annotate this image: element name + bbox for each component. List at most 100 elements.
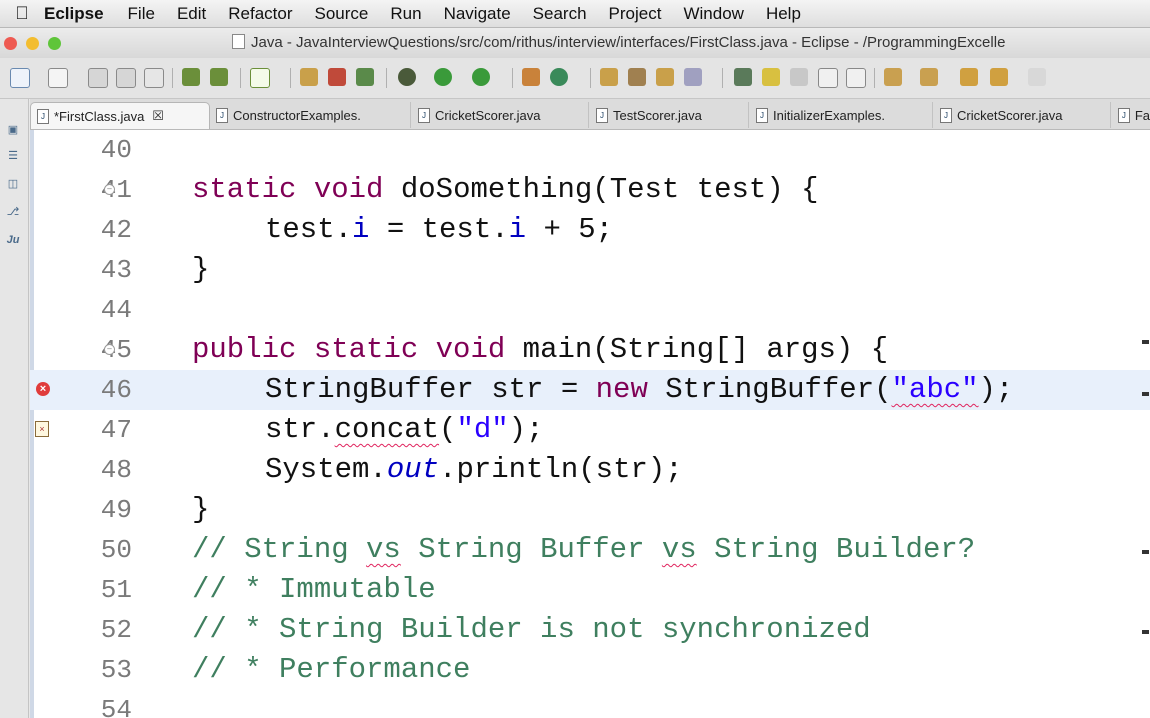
outline-icon[interactable]: ◫ [6,177,20,191]
code-editor[interactable]: 40 41 – static void doSomething(Test tes… [30,130,1150,718]
open-resource-icon[interactable] [628,68,646,86]
zoom-window-button[interactable] [48,36,61,50]
minimize-window-button[interactable] [26,36,39,50]
menu-app-name[interactable]: Eclipse [44,4,104,24]
menu-file[interactable]: File [128,4,155,24]
code-line[interactable]: 40 [30,130,1150,170]
back-icon[interactable] [990,68,1008,86]
debug-icon[interactable] [398,68,416,86]
tab-cricketscorer[interactable]: J CricketScorer.java [412,102,589,128]
line-number: 48 [100,455,132,485]
code-text: System.out.println(str); [265,453,683,486]
error-icon[interactable]: × [36,382,50,396]
menu-help[interactable]: Help [766,4,801,24]
export-icon[interactable] [210,68,228,86]
new-java-class-icon[interactable] [550,68,568,86]
hierarchy-icon[interactable]: ⎇ [6,205,20,219]
close-icon[interactable]: ☒ [152,108,164,124]
java-file-icon: J [1118,107,1130,123]
line-number: 53 [100,655,132,685]
overview-marker[interactable] [1142,340,1149,344]
menu-window[interactable]: Window [683,4,743,24]
line-number: 52 [100,615,132,645]
run-external-icon[interactable] [472,68,490,86]
menu-source[interactable]: Source [315,4,369,24]
highlight-icon[interactable] [762,68,780,86]
line-number: 40 [100,135,132,165]
code-line[interactable]: 49 } [30,490,1150,530]
import-icon[interactable] [182,68,200,86]
paragraph-icon[interactable] [846,68,866,88]
code-line[interactable]: 54 [30,690,1150,718]
tab-testscorer[interactable]: J TestScorer.java [590,102,749,128]
fold-toggle-icon[interactable]: – [104,184,115,195]
java-file-icon: J [940,107,952,123]
toolbar-separator [290,68,291,88]
tab-cricketscorer-2[interactable]: J CricketScorer.java [934,102,1111,128]
tab-initializerexamples[interactable]: J InitializerExamples. [750,102,933,128]
overview-ruler[interactable] [1140,130,1150,718]
task-checkbox-icon[interactable] [250,68,270,88]
tab-overflow[interactable]: J Fa [1112,102,1150,128]
tab-label: CricketScorer.java [957,107,1063,123]
menu-search[interactable]: Search [533,4,587,24]
code-line[interactable]: 51 // * Immutable [30,570,1150,610]
overview-marker[interactable] [1142,630,1149,634]
menu-project[interactable]: Project [609,4,662,24]
show-whitespace-icon[interactable] [818,68,838,88]
new-icon[interactable] [10,68,30,88]
code-line[interactable]: 45 – public static void main(String[] ar… [30,330,1150,370]
code-line[interactable]: 53 // * Performance [30,650,1150,690]
menu-run[interactable]: Run [390,4,421,24]
toggle-mark-icon[interactable] [734,68,752,86]
line-number: 46 [100,375,132,405]
search-folder-icon[interactable] [656,68,674,86]
restore-icon[interactable]: ▣ [6,123,20,137]
menu-refactor[interactable]: Refactor [228,4,292,24]
window-title-text: Java - JavaInterviewQuestions/src/com/ri… [251,34,1006,51]
open-type-icon[interactable] [300,68,318,86]
menu-navigate[interactable]: Navigate [444,4,511,24]
code-line[interactable]: 42 test.i = test.i + 5; [30,210,1150,250]
open-folder-icon[interactable] [600,68,618,86]
pen-icon[interactable] [684,68,702,86]
forward-icon[interactable] [1028,68,1046,86]
overview-marker[interactable] [1142,550,1149,554]
code-comment: // * Performance [192,653,471,686]
tab-constructorexamples[interactable]: J ConstructorExamples. [210,102,411,128]
new-dropdown-icon[interactable] [48,68,68,88]
next-annotation-icon[interactable] [884,68,902,86]
tab-label: TestScorer.java [613,107,702,123]
junit-view-icon[interactable]: Ju [6,233,20,247]
tab-firstclass[interactable]: J *FirstClass.java ☒ [30,102,210,129]
save-icon[interactable] [88,68,108,88]
tab-label: Fa [1134,107,1150,123]
code-line[interactable]: 43 } [30,250,1150,290]
code-line-current[interactable]: × 46 StringBuffer str = new StringBuffer… [30,370,1150,410]
code-line[interactable]: 50 // String vs String Buffer vs String … [30,530,1150,570]
code-text: public static void main(String[] args) { [192,333,889,366]
fold-toggle-icon[interactable]: – [104,344,115,355]
document-icon [232,34,245,49]
code-line[interactable]: 41 – static void doSomething(Test test) … [30,170,1150,210]
junit-icon[interactable] [328,68,346,86]
quick-fix-icon[interactable]: × [35,421,49,437]
overview-marker[interactable] [1142,392,1149,396]
block-selection-icon[interactable] [790,68,808,86]
save-all-icon[interactable] [116,68,136,88]
print-icon[interactable] [144,68,164,88]
run-icon[interactable] [434,68,452,86]
code-line[interactable]: 52 // * String Builder is not synchroniz… [30,610,1150,650]
code-line[interactable]: 48 System.out.println(str); [30,450,1150,490]
menu-edit[interactable]: Edit [177,4,206,24]
code-line[interactable]: × 47 str.concat("d"); [30,410,1150,450]
code-line[interactable]: 44 [30,290,1150,330]
close-window-button[interactable] [4,36,17,50]
package-explorer-icon[interactable]: ☰ [6,149,20,163]
new-class-icon[interactable] [356,68,374,86]
code-text: static void doSomething(Test test) { [192,173,819,206]
apple-icon[interactable]:  [0,3,44,24]
new-java-package-icon[interactable] [522,68,540,86]
previous-annotation-icon[interactable] [920,68,938,86]
last-edit-icon[interactable] [960,68,978,86]
